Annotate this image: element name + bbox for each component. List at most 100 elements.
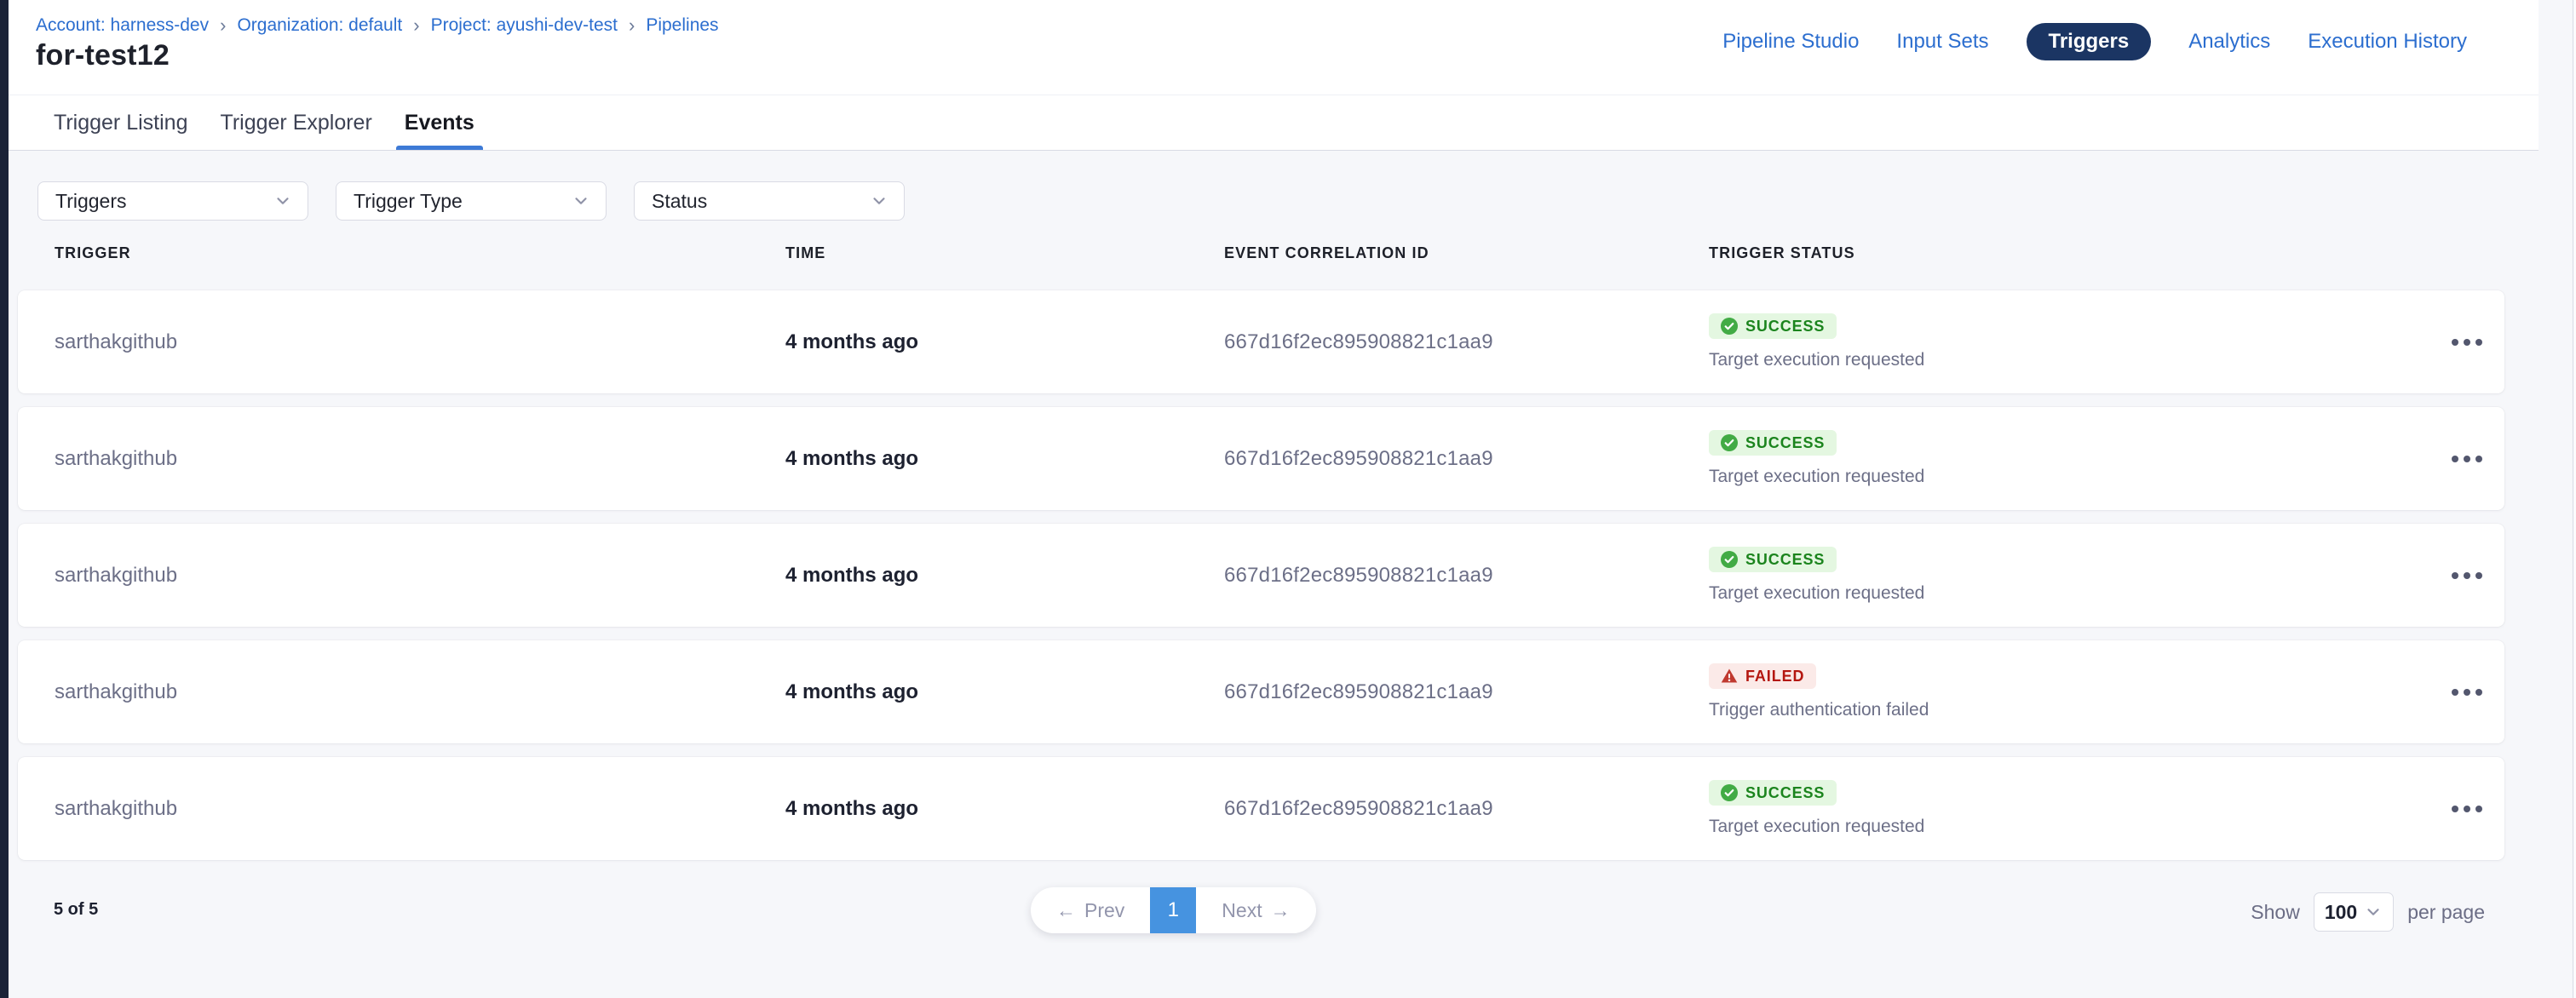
collapsed-sidebar-rail: [0, 0, 9, 998]
left-arrow-icon: ←: [1056, 899, 1076, 922]
filter-row: Triggers Trigger Type Status: [37, 181, 905, 221]
pipeline-nav-link[interactable]: Analytics: [2188, 30, 2270, 54]
tab[interactable]: Trigger Listing: [43, 95, 198, 150]
event-correlation-id: 667d16f2ec895908821c1aa9: [1224, 797, 1709, 821]
table-header-row: TRIGGER TIME EVENT CORRELATION ID TRIGGE…: [18, 241, 2504, 265]
column-header-correlation-id: EVENT CORRELATION ID: [1224, 244, 1709, 262]
event-time: 4 months ago: [785, 680, 1224, 704]
show-label: Show: [2251, 901, 2300, 924]
table-row[interactable]: sarthakgithub 4 months ago 667d16f2ec895…: [18, 640, 2504, 743]
table-row[interactable]: sarthakgithub 4 months ago 667d16f2ec895…: [18, 407, 2504, 510]
status-badge-label: SUCCESS: [1745, 434, 1825, 452]
trigger-name: sarthakgithub: [55, 564, 785, 588]
triggers-events-page: Account: harness-dev › Organization: def…: [0, 0, 2576, 998]
status-badge-label: FAILED: [1745, 668, 1804, 685]
check-circle-icon: [1721, 318, 1738, 335]
row-menu-button[interactable]: [2445, 790, 2489, 828]
row-menu-button[interactable]: [2445, 557, 2489, 594]
tab[interactable]: Trigger Explorer: [210, 95, 382, 150]
status-badge: SUCCESS: [1709, 313, 1837, 339]
pipeline-nav-link[interactable]: Pipeline Studio: [1722, 30, 1859, 54]
prev-page-button[interactable]: ← Prev: [1031, 887, 1150, 933]
events-tabbar: Trigger Listing Trigger Explorer Events: [9, 95, 2539, 151]
status-badge-label: SUCCESS: [1745, 784, 1825, 802]
page-size-value: 100: [2325, 901, 2357, 924]
event-time: 4 months ago: [785, 797, 1224, 821]
breadcrumb-link[interactable]: Organization: default: [237, 15, 402, 36]
pagination: ← Prev 1 Next →: [1031, 887, 1316, 933]
page-number-button[interactable]: 1: [1150, 887, 1196, 933]
status-detail: Target execution requested: [1709, 350, 1924, 370]
trigger-name: sarthakgithub: [55, 447, 785, 471]
trigger-name: sarthakgithub: [55, 797, 785, 821]
chevron-right-icon: ›: [220, 16, 226, 35]
breadcrumb-link[interactable]: Pipelines: [646, 15, 718, 36]
breadcrumb-item: Pipelines: [646, 15, 718, 36]
per-page-label: per page: [2407, 901, 2485, 924]
breadcrumb-link[interactable]: Account: harness-dev: [36, 15, 209, 36]
table-row[interactable]: sarthakgithub 4 months ago 667d16f2ec895…: [18, 290, 2504, 393]
breadcrumb: Account: harness-dev › Organization: def…: [36, 15, 719, 36]
next-page-button[interactable]: Next →: [1196, 887, 1315, 933]
status-detail: Target execution requested: [1709, 817, 1924, 837]
chevron-right-icon: ›: [413, 16, 419, 35]
pipeline-nav-link[interactable]: Triggers: [2027, 23, 2152, 60]
page-size-select[interactable]: 100: [2314, 892, 2394, 932]
ellipsis-icon: [2452, 456, 2482, 462]
event-time: 4 months ago: [785, 564, 1224, 588]
status-badge: SUCCESS: [1709, 780, 1837, 806]
filter-dropdown[interactable]: Triggers: [37, 181, 308, 221]
ellipsis-icon: [2452, 572, 2482, 579]
pipeline-nav-link[interactable]: Input Sets: [1896, 30, 1988, 54]
status-badge: FAILED: [1709, 663, 1816, 689]
row-menu-button[interactable]: [2445, 674, 2489, 711]
pipeline-nav-link[interactable]: Execution History: [2308, 30, 2467, 54]
chevron-down-icon: [870, 192, 888, 210]
row-menu-button[interactable]: [2445, 324, 2489, 361]
next-label: Next: [1222, 899, 1262, 922]
page-header: Account: harness-dev › Organization: def…: [9, 0, 2539, 95]
breadcrumb-link[interactable]: Project: ayushi-dev-test: [431, 15, 618, 36]
prev-label: Prev: [1084, 899, 1124, 922]
event-correlation-id: 667d16f2ec895908821c1aa9: [1224, 330, 1709, 354]
status-badge-label: SUCCESS: [1745, 551, 1825, 569]
filter-dropdown[interactable]: Status: [634, 181, 905, 221]
trigger-status-cell: SUCCESS Target execution requested: [1709, 313, 2429, 370]
results-summary: 5 of 5: [54, 900, 98, 920]
breadcrumb-item: Account: harness-dev ›: [36, 15, 237, 36]
status-badge: SUCCESS: [1709, 430, 1837, 456]
filter-dropdown[interactable]: Trigger Type: [336, 181, 607, 221]
event-time: 4 months ago: [785, 330, 1224, 354]
event-correlation-id: 667d16f2ec895908821c1aa9: [1224, 447, 1709, 471]
trigger-status-cell: SUCCESS Target execution requested: [1709, 547, 2429, 604]
status-badge: SUCCESS: [1709, 547, 1837, 572]
events-table: sarthakgithub 4 months ago 667d16f2ec895…: [18, 290, 2504, 874]
event-correlation-id: 667d16f2ec895908821c1aa9: [1224, 680, 1709, 704]
check-circle-icon: [1721, 784, 1738, 801]
table-row[interactable]: sarthakgithub 4 months ago 667d16f2ec895…: [18, 524, 2504, 627]
column-header-trigger: TRIGGER: [55, 244, 785, 262]
scrollbar-gutter[interactable]: [2573, 0, 2576, 998]
chevron-right-icon: ›: [629, 16, 635, 35]
pipeline-nav: Pipeline Studio Input Sets Triggers Anal…: [1722, 23, 2467, 60]
check-circle-icon: [1721, 434, 1738, 451]
ellipsis-icon: [2452, 689, 2482, 696]
event-correlation-id: 667d16f2ec895908821c1aa9: [1224, 564, 1709, 588]
trigger-name: sarthakgithub: [55, 330, 785, 354]
trigger-status-cell: SUCCESS Target execution requested: [1709, 430, 2429, 487]
check-circle-icon: [1721, 551, 1738, 568]
row-menu-button[interactable]: [2445, 440, 2489, 478]
warning-triangle-icon: [1721, 668, 1738, 685]
trigger-status-cell: SUCCESS Target execution requested: [1709, 780, 2429, 837]
trigger-status-cell: FAILED Trigger authentication failed: [1709, 663, 2429, 720]
status-detail: Target execution requested: [1709, 467, 1924, 487]
breadcrumb-item: Organization: default ›: [237, 15, 430, 36]
table-row[interactable]: sarthakgithub 4 months ago 667d16f2ec895…: [18, 757, 2504, 860]
event-time: 4 months ago: [785, 447, 1224, 471]
right-arrow-icon: →: [1271, 899, 1291, 922]
tab[interactable]: Events: [394, 95, 485, 150]
page-title: for-test12: [36, 39, 170, 72]
chevron-down-icon: [572, 192, 590, 210]
breadcrumb-item: Project: ayushi-dev-test ›: [431, 15, 647, 36]
filter-dropdown-label: Status: [652, 190, 707, 213]
